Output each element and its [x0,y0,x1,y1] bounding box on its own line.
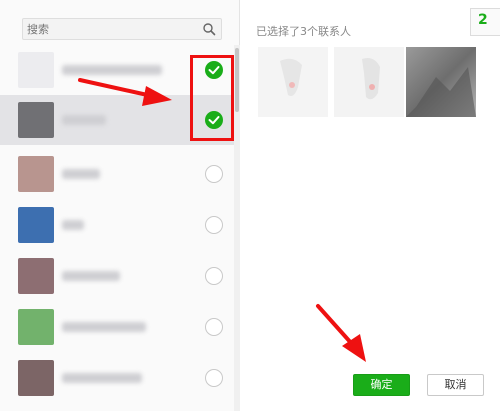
unselected-circle-icon[interactable] [205,369,223,387]
selected-count-title: 已选择了3个联系人 [256,25,351,38]
unselected-circle-icon[interactable] [205,216,223,234]
contact-name-redacted [62,169,100,179]
scrollbar-thumb[interactable] [235,48,239,112]
search-box[interactable] [22,18,222,40]
corner-button-label: 2 [478,12,488,28]
search-input[interactable] [23,19,203,39]
avatar [18,207,54,243]
annotation-highlight-box [190,55,234,141]
avatar [18,156,54,192]
contact-name-redacted [62,373,142,383]
confirm-button[interactable]: 确定 [353,374,410,396]
contact-name-redacted [62,220,84,230]
unselected-circle-icon[interactable] [205,267,223,285]
list-item[interactable] [0,353,234,403]
avatar [18,258,54,294]
list-item[interactable] [0,149,234,199]
list-item[interactable] [0,302,234,352]
selected-avatar[interactable] [406,47,476,117]
contact-name-redacted [62,65,162,75]
unselected-circle-icon[interactable] [205,165,223,183]
contact-name-redacted [62,322,146,332]
avatar-image [258,47,328,117]
list-item[interactable] [0,200,234,250]
avatar-image [406,47,476,117]
contact-name-redacted [62,271,120,281]
contact-name-redacted [62,115,106,125]
avatar-image [334,47,404,117]
unselected-circle-icon[interactable] [205,318,223,336]
cancel-button[interactable]: 取消 [427,374,484,396]
avatar [18,102,54,138]
selected-avatar[interactable] [334,47,404,117]
selected-avatar[interactable] [258,47,328,117]
list-item[interactable] [0,251,234,301]
avatar [18,309,54,345]
avatar [18,360,54,396]
avatar [18,52,54,88]
search-icon[interactable] [202,22,216,36]
